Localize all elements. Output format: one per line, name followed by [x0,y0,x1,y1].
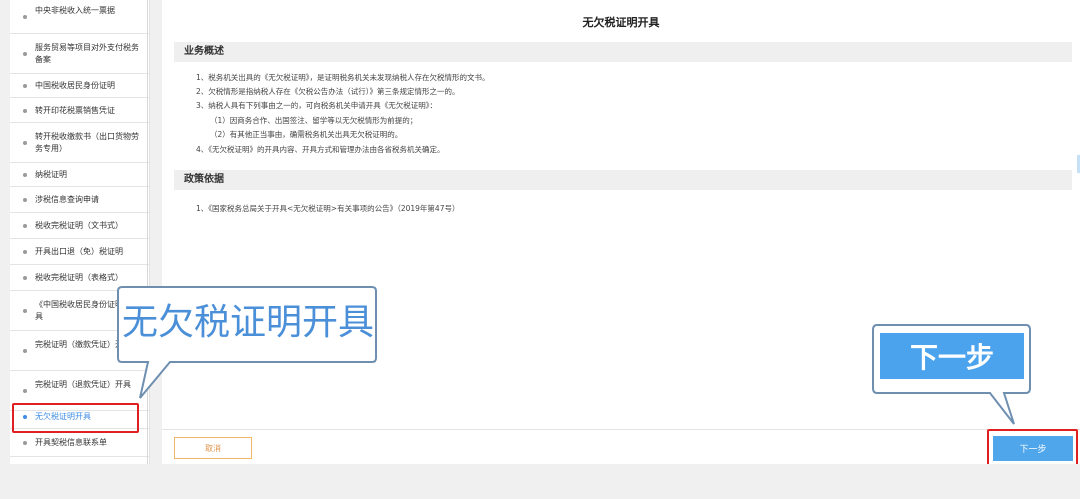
section-heading-overview: 业务概述 [174,42,1072,62]
highlight-box-next [987,429,1078,468]
page-title: 无欠税证明开具 [582,16,660,29]
bullet-icon [23,198,27,202]
sidebar-item[interactable]: 转开印花税票销售凭证 [10,98,149,123]
bullet-icon [23,108,27,113]
sidebar-item[interactable]: 开具出口退（免）税证明 [10,239,149,265]
sidebar-item[interactable]: 中央非税收入统一票据 [10,0,149,34]
sidebar-item-label: 开具出口退（免）税证明 [35,247,123,256]
sidebar-item[interactable]: 服务贸易等项目对外支付税务备案 [10,34,149,74]
bullet-icon [23,309,27,313]
cancel-button[interactable]: 取消 [174,437,252,459]
highlight-box-sidebar [12,403,139,433]
overview-subline: （1）因商务合作、出国签注、留学等以无欠税情形为前提的； [210,116,418,125]
bullet-icon [23,52,27,56]
sidebar-item-label: 税收完税证明（文书式） [35,221,123,230]
sidebar-item[interactable]: 纳税证明 [10,163,149,187]
overview-subline: （2）有其他正当事由，确需税务机关出具无欠税证明的。 [210,130,403,139]
bullet-icon [23,84,27,88]
sidebar-item-label: 税收完税证明（表格式） [35,273,123,282]
bullet-icon [23,389,27,393]
sidebar-item-label: 中国税收居民身份证明 [35,81,115,90]
footer-divider [162,429,1080,430]
bullet-icon [23,349,27,353]
sidebar-item-label: 中央非税收入统一票据 [35,6,115,15]
bullet-icon [23,15,27,19]
sidebar-item-label: 转开税收缴款书（出口货物劳务专用） [35,132,139,153]
sidebar-item-label: 服务贸易等项目对外支付税务备案 [35,43,139,64]
policy-line: 1、《国家税务总局关于开具<无欠税证明>有关事项的公告》（2019年第47号） [196,204,460,213]
sidebar-item-label: 涉税信息查询申请 [35,195,99,204]
sidebar-item[interactable]: 中国税收居民身份证明 [10,74,149,98]
bullet-icon [23,276,27,280]
sidebar: 中央非税收入统一票据服务贸易等项目对外支付税务备案中国税收居民身份证明 转开印花税… [10,0,150,464]
sidebar-item[interactable]: 开具契税信息联系单 [10,429,149,457]
overview-line: 3、纳税人具有下列事由之一的，可向税务机关申请开具《无欠税证明》： [196,101,438,110]
overview-line: 4、《无欠税证明》的开具内容、开具方式和管理办法由各省税务机关确定。 [196,145,445,154]
sidebar-scrollbar[interactable] [147,0,148,464]
callout-text-left: 无欠税证明开具 [122,302,375,343]
overview-line: 1、税务机关出具的《无欠税证明》，是证明税务机关未发现纳税人存在欠税情形的文书。 [196,73,490,82]
overview-line: 2、欠税情形是指纳税人存在《欠税公告办法（试行）》第三条规定情形之一的。 [196,87,460,96]
sidebar-item[interactable]: 税收完税证明（文书式） [10,213,149,239]
main-panel: 无欠税证明开具 业务概述 1、税务机关出具的《无欠税证明》，是证明税务机关未发现… [162,0,1080,464]
sidebar-item-label: 开具契税信息联系单 [35,438,107,447]
sidebar-item-label: 纳税证明 [35,170,67,179]
bullet-icon [23,441,27,445]
bullet-icon [23,141,27,145]
sidebar-item-label: 转开印花税票销售凭证 [35,105,115,115]
sidebar-item[interactable]: 转开税收缴款书（出口货物劳务专用） [10,123,149,163]
bullet-icon [23,173,27,177]
bullet-icon [23,224,27,228]
bottom-strip [0,464,1080,499]
bullet-icon [23,250,27,254]
sidebar-item[interactable]: 涉税信息查询申请 [10,187,149,213]
section-heading-policy: 政策依据 [174,170,1072,190]
callout-text-right: 下一步 [880,333,1024,379]
sidebar-item-label: 完税证明（退款凭证）开具 [35,380,131,389]
sidebar-item[interactable]: 税收完税证明（表格式） [10,265,149,291]
